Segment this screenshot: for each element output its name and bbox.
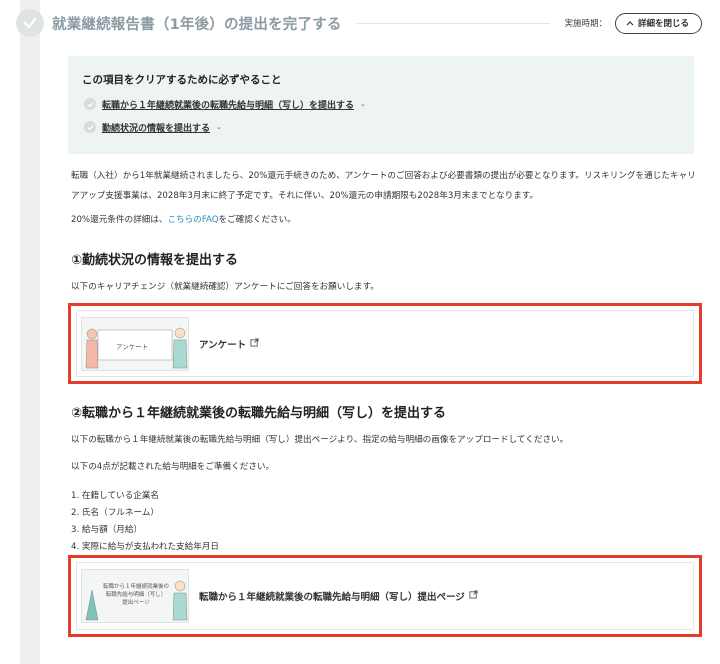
payslip-upload-link[interactable]: 転職から１年継続就業後の転職先給与明細（写し）提出ページ — [199, 589, 478, 603]
thumbnail-line: 転職先給与明細（写し） — [105, 592, 167, 598]
step-header: 就業継続報告書（1年後）の提出を完了する 実施時期： 詳細を閉じる — [52, 10, 702, 36]
list-item: 3. 給与額（月給） — [71, 525, 143, 535]
intro-text: 転職（入社）から1年就業継続されましたら、20%還元手続きのため、アンケートのご… — [71, 171, 696, 201]
payslip-thumbnail-text: 転職から１年継続就業後の 転職先給与明細（写し） 提出ページ — [100, 583, 172, 607]
list-item: 1. 在籍している企業名 — [71, 491, 160, 501]
survey-thumbnail: アンケート — [81, 316, 189, 371]
external-link-icon — [250, 337, 259, 350]
payslip-thumbnail: 転職から１年継続就業後の 転職先給与明細（写し） 提出ページ — [81, 569, 189, 623]
thumbnail-line: 提出ページ — [122, 600, 150, 606]
faq-prefix: 20%還元条件の詳細は、 — [71, 215, 168, 225]
todo-link[interactable]: 勤続状況の情報を提出する — [102, 121, 210, 134]
close-details-button[interactable]: 詳細を閉じる — [614, 12, 702, 34]
thumbnail-line: 転職から１年継続就業後の — [102, 584, 169, 590]
survey-link[interactable]: アンケート — [199, 337, 259, 351]
step-check-icon — [16, 9, 44, 37]
section-title: ②転職から１年継続就業後の転職先給与明細（写し）を提出する — [71, 406, 447, 421]
timing-label: 実施時期： — [564, 19, 607, 29]
survey-card[interactable]: アンケート アンケート — [76, 310, 694, 377]
section-description: 以下の転職から１年継続就業後の転職先給与明細（写し）提出ページより、指定の給与明… — [71, 435, 569, 445]
todo-item[interactable]: 転職から１年継続就業後の転職先給与明細（写し）を提出する ⌄ — [84, 97, 680, 111]
survey-highlight: アンケート アンケート — [68, 303, 702, 384]
section-title: ①勤続状況の情報を提出する — [71, 253, 239, 268]
check-icon — [84, 98, 96, 110]
payslip-link-label: 転職から１年継続就業後の転職先給与明細（写し）提出ページ — [199, 592, 465, 603]
survey-thumbnail-text: アンケート — [116, 342, 149, 351]
faq-suffix: をご確認ください。 — [218, 215, 296, 225]
survey-link-label: アンケート — [199, 339, 247, 351]
step-title: 就業継続報告書（1年後）の提出を完了する — [52, 16, 342, 33]
check-icon — [84, 121, 96, 133]
section-description: 以下のキャリアチェンジ（就業継続確認）アンケートにご回答をお願いします。 — [71, 282, 379, 292]
external-link-icon — [469, 590, 478, 602]
header-divider — [355, 22, 551, 24]
faq-note: 20%還元条件の詳細は、こちらのFAQをご確認ください。 — [71, 210, 701, 230]
required-items-list: 1. 在籍している企業名 2. 氏名（フルネーム） 3. 給与額（月給） 4. … — [71, 488, 219, 556]
list-item: 4. 実際に給与が支払われた支給年月日 — [71, 542, 220, 552]
prep-note: 以下の4点が記載された給与明細をご準備ください。 — [71, 462, 275, 472]
close-details-label: 詳細を閉じる — [637, 19, 689, 29]
chevron-down-icon: ⌄ — [216, 123, 222, 131]
payslip-highlight: 転職から１年継続就業後の 転職先給与明細（写し） 提出ページ 転職から１年継続就… — [68, 555, 702, 637]
faq-link[interactable]: こちらのFAQ — [167, 215, 218, 225]
progress-rail — [20, 0, 40, 664]
chevron-up-icon — [626, 21, 634, 26]
required-tasks-heading: この項目をクリアするために必ずやること — [82, 74, 282, 86]
list-item: 2. 氏名（フルネーム） — [71, 508, 160, 518]
payslip-card[interactable]: 転職から１年継続就業後の 転職先給与明細（写し） 提出ページ 転職から１年継続就… — [76, 562, 694, 630]
chevron-down-icon: ⌄ — [360, 100, 366, 108]
required-tasks-box: この項目をクリアするために必ずやること 転職から１年継続就業後の転職先給与明細（… — [68, 56, 694, 154]
todo-link[interactable]: 転職から１年継続就業後の転職先給与明細（写し）を提出する — [102, 98, 354, 111]
todo-item[interactable]: 勤続状況の情報を提出する ⌄ — [84, 120, 680, 134]
